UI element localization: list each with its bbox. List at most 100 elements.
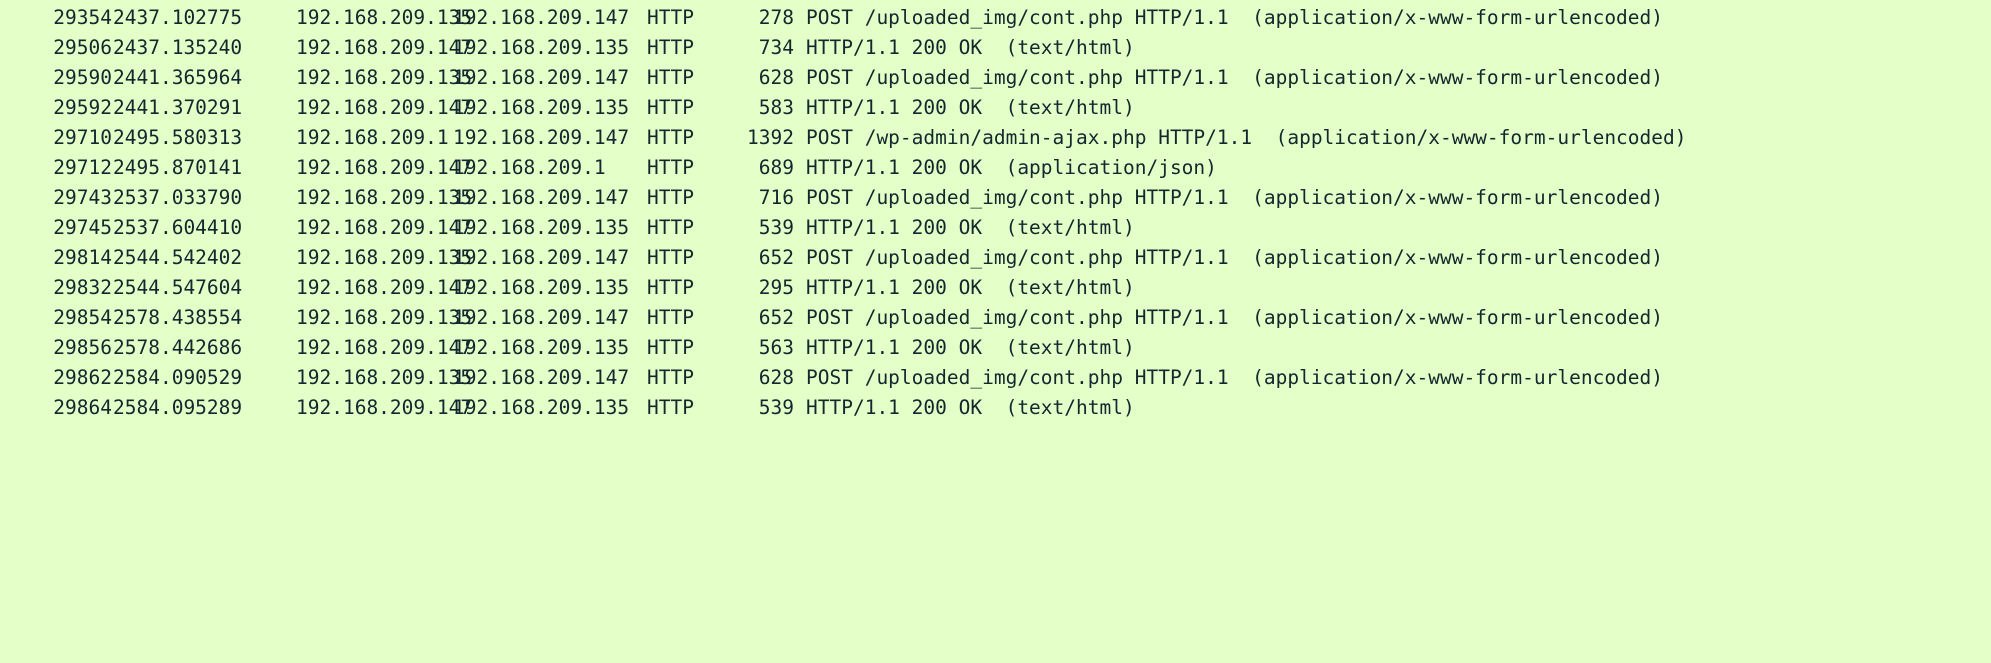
packet-info: HTTP/1.1 200 OK (application/json) [806, 156, 1217, 179]
packet-info: POST /uploaded_img/cont.php HTTP/1.1 (ap… [806, 66, 1664, 89]
packet-info: HTTP/1.1 200 OK (text/html) [806, 216, 1135, 239]
packet-length: 734 [758, 36, 794, 59]
packet-protocol: HTTP [647, 186, 694, 209]
packet-info: HTTP/1.1 200 OK (text/html) [806, 276, 1135, 299]
packet-source: 192.168.209.135 [296, 246, 473, 269]
packet-info: POST /uploaded_img/cont.php HTTP/1.1 (ap… [806, 306, 1664, 329]
packet-row[interactable]: 29590 2441.365964 192.168.209.135 192.16… [0, 63, 1991, 93]
packet-length: 652 [758, 246, 794, 269]
packet-time: 2578.438554 [113, 306, 243, 329]
packet-protocol: HTTP [647, 306, 694, 329]
packet-number: 29745 [53, 216, 112, 239]
packet-time: 2441.365964 [113, 66, 243, 89]
packet-destination: 192.168.209.135 [453, 276, 630, 299]
packet-row[interactable]: 29712 2495.870141 192.168.209.147 192.16… [0, 153, 1991, 183]
packet-length: 1392 [747, 126, 794, 149]
packet-time: 2441.370291 [113, 96, 243, 119]
packet-time: 2437.102775 [113, 6, 243, 29]
packet-source: 192.168.209.135 [296, 306, 473, 329]
packet-source: 192.168.209.147 [296, 96, 473, 119]
packet-length: 716 [758, 186, 794, 209]
packet-source: 192.168.209.147 [296, 216, 473, 239]
packet-length: 628 [758, 366, 794, 389]
packet-destination: 192.168.209.147 [453, 126, 630, 149]
packet-row[interactable]: 29862 2584.090529 192.168.209.135 192.16… [0, 363, 1991, 393]
packet-length: 652 [758, 306, 794, 329]
packet-row[interactable]: 29506 2437.135240 192.168.209.147 192.16… [0, 33, 1991, 63]
packet-row[interactable]: 29745 2537.604410 192.168.209.147 192.16… [0, 213, 1991, 243]
packet-source: 192.168.209.1 [296, 126, 449, 149]
packet-length: 539 [758, 216, 794, 239]
packet-number: 29590 [53, 66, 112, 89]
packet-destination: 192.168.209.147 [453, 186, 630, 209]
packet-number: 29592 [53, 96, 112, 119]
packet-row[interactable]: 29832 2544.547604 192.168.209.147 192.16… [0, 273, 1991, 303]
packet-protocol: HTTP [647, 216, 694, 239]
packet-destination: 192.168.209.135 [453, 36, 630, 59]
packet-length: 563 [758, 336, 794, 359]
packet-destination: 192.168.209.135 [453, 96, 630, 119]
packet-row[interactable]: 29710 2495.580313 192.168.209.1 192.168.… [0, 123, 1991, 153]
packet-source: 192.168.209.135 [296, 366, 473, 389]
packet-length: 295 [758, 276, 794, 299]
packet-row[interactable]: 29854 2578.438554 192.168.209.135 192.16… [0, 303, 1991, 333]
packet-time: 2584.090529 [113, 366, 243, 389]
packet-info: HTTP/1.1 200 OK (text/html) [806, 36, 1135, 59]
packet-number: 29862 [53, 366, 112, 389]
packet-number: 29832 [53, 276, 112, 299]
packet-destination: 192.168.209.147 [453, 6, 630, 29]
packet-protocol: HTTP [647, 366, 694, 389]
packet-protocol: HTTP [647, 246, 694, 269]
packet-destination: 192.168.209.147 [453, 66, 630, 89]
packet-destination: 192.168.209.147 [453, 306, 630, 329]
packet-time: 2537.033790 [113, 186, 243, 209]
packet-row[interactable]: 29743 2537.033790 192.168.209.135 192.16… [0, 183, 1991, 213]
packet-source: 192.168.209.135 [296, 186, 473, 209]
packet-row[interactable]: 29354 2437.102775 192.168.209.135 192.16… [0, 3, 1991, 33]
packet-protocol: HTTP [647, 156, 694, 179]
packet-info: HTTP/1.1 200 OK (text/html) [806, 336, 1135, 359]
packet-info: HTTP/1.1 200 OK (text/html) [806, 96, 1135, 119]
packet-number: 29743 [53, 186, 112, 209]
packet-length: 583 [758, 96, 794, 119]
packet-info: POST /uploaded_img/cont.php HTTP/1.1 (ap… [806, 246, 1664, 269]
packet-length: 278 [758, 6, 794, 29]
packet-protocol: HTTP [647, 36, 694, 59]
packet-row[interactable]: 29856 2578.442686 192.168.209.147 192.16… [0, 333, 1991, 363]
packet-source: 192.168.209.135 [296, 6, 473, 29]
packet-time: 2544.547604 [113, 276, 243, 299]
packet-time: 2495.870141 [113, 156, 243, 179]
packet-number: 29854 [53, 306, 112, 329]
packet-source: 192.168.209.147 [296, 276, 473, 299]
packet-time: 2495.580313 [113, 126, 243, 149]
packet-length: 689 [758, 156, 794, 179]
packet-number: 29506 [53, 36, 112, 59]
packet-row[interactable]: 29814 2544.542402 192.168.209.135 192.16… [0, 243, 1991, 273]
packet-protocol: HTTP [647, 126, 694, 149]
packet-number: 29710 [53, 126, 112, 149]
packet-protocol: HTTP [647, 336, 694, 359]
packet-time: 2537.604410 [113, 216, 243, 239]
packet-destination: 192.168.209.135 [453, 216, 630, 239]
packet-source: 192.168.209.147 [296, 336, 473, 359]
packet-destination: 192.168.209.147 [453, 366, 630, 389]
packet-number: 29354 [53, 6, 112, 29]
packet-protocol: HTTP [647, 6, 694, 29]
packet-row[interactable]: 29592 2441.370291 192.168.209.147 192.16… [0, 93, 1991, 123]
packet-info: POST /uploaded_img/cont.php HTTP/1.1 (ap… [806, 366, 1664, 389]
packet-length: 628 [758, 66, 794, 89]
packet-time: 2544.542402 [113, 246, 243, 269]
packet-protocol: HTTP [647, 66, 694, 89]
packet-protocol: HTTP [647, 96, 694, 119]
packet-protocol: HTTP [647, 276, 694, 299]
packet-time: 2578.442686 [113, 336, 243, 359]
packet-time: 2437.135240 [113, 36, 243, 59]
packet-destination: 192.168.209.147 [453, 246, 630, 269]
packet-source: 192.168.209.147 [296, 156, 473, 179]
packet-source: 192.168.209.135 [296, 66, 473, 89]
packet-number: 29856 [53, 336, 112, 359]
packet-source: 192.168.209.147 [296, 36, 473, 59]
packet-list[interactable]: 29354 2437.102775 192.168.209.135 192.16… [0, 0, 1991, 419]
packet-destination: 192.168.209.1 [453, 156, 606, 179]
packet-info: POST /uploaded_img/cont.php HTTP/1.1 (ap… [806, 186, 1664, 209]
